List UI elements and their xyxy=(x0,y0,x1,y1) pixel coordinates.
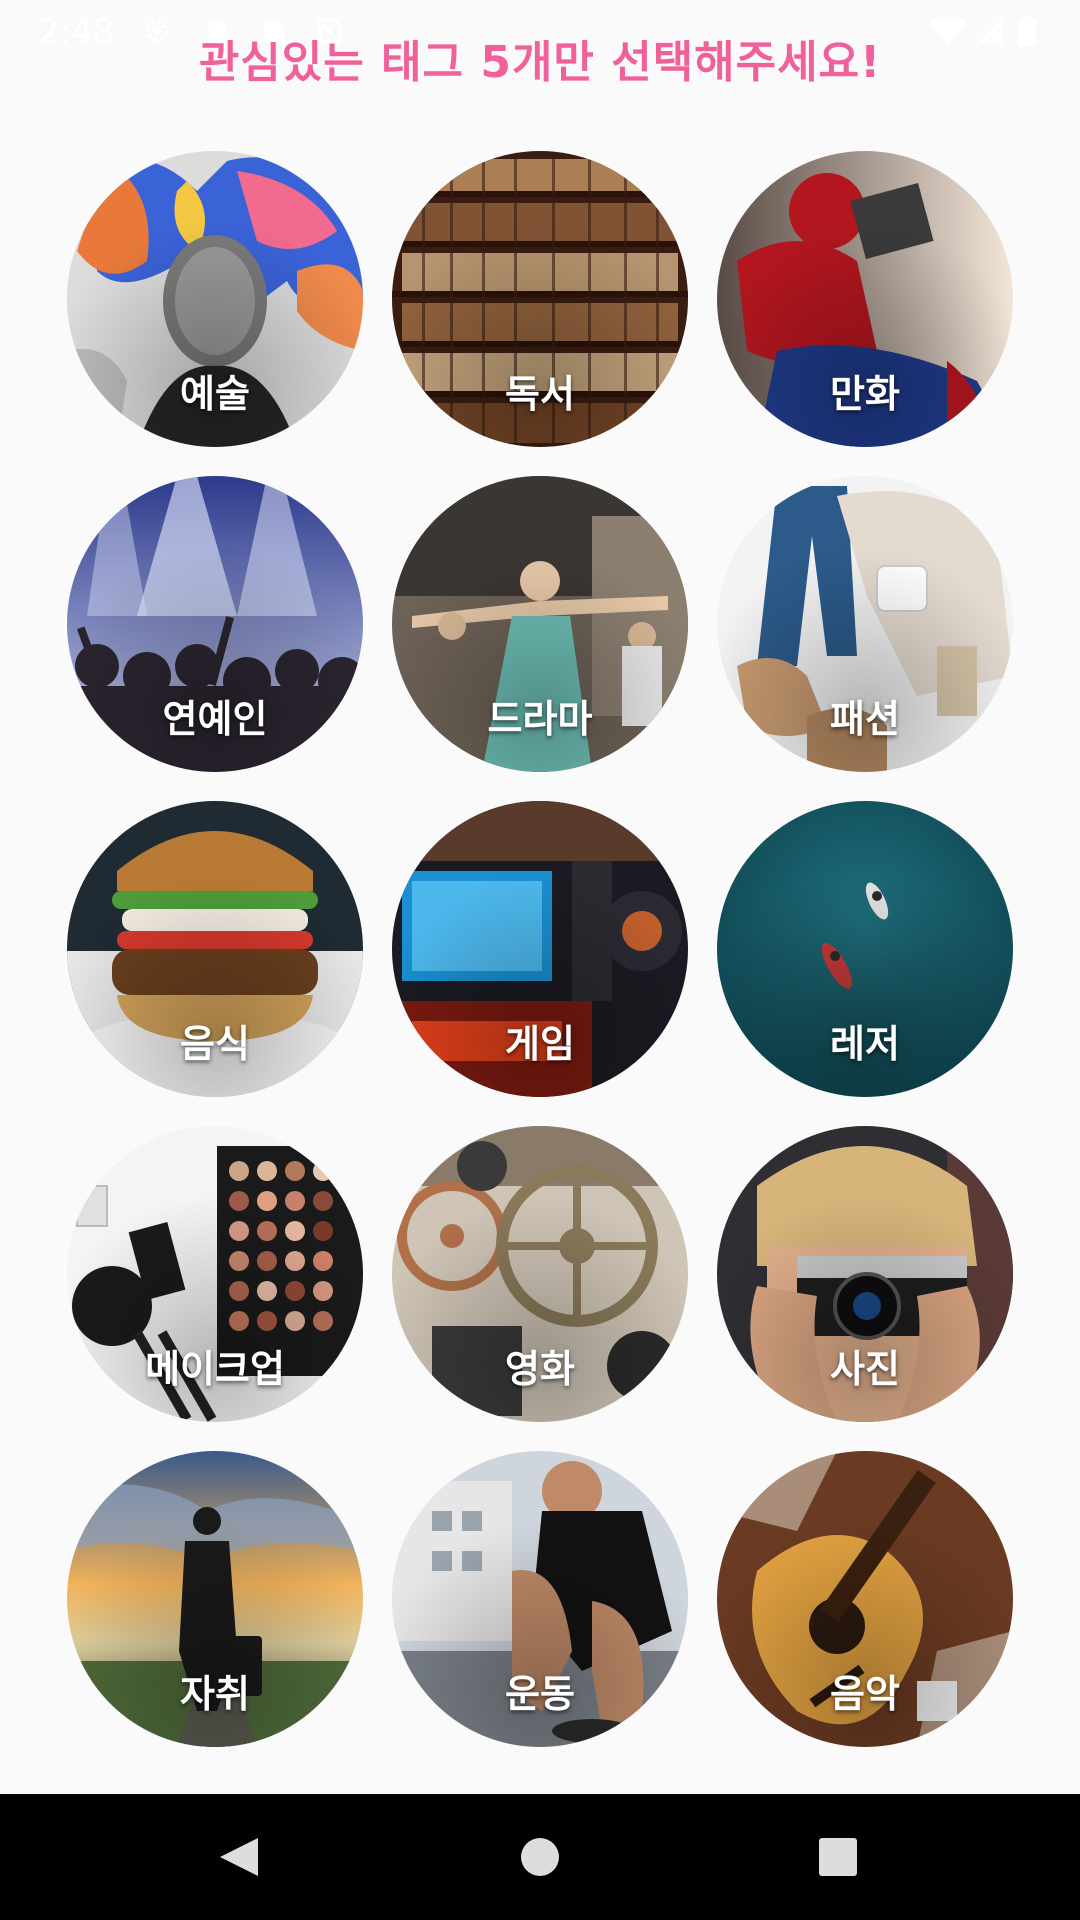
wifi-icon xyxy=(930,17,966,44)
tag-reading[interactable]: 독서 xyxy=(392,151,688,447)
tag-label: 게임 xyxy=(505,1022,575,1066)
tag-photo[interactable]: 사진 xyxy=(717,1126,1013,1422)
status-time: 2:48 xyxy=(38,12,115,52)
back-icon xyxy=(220,1838,258,1876)
tag-label: 운동 xyxy=(505,1672,575,1716)
tag-label: 사진 xyxy=(830,1347,900,1391)
tag-living-alone[interactable]: 자취 xyxy=(67,1451,363,1747)
battery-icon xyxy=(1018,16,1036,46)
home-button[interactable] xyxy=(460,1794,620,1920)
screen: 2:48 관심있는 태그 5개만 선택해주세요! 예술 독서 만화 연예인 드라… xyxy=(0,0,1080,1920)
tag-art[interactable]: 예술 xyxy=(67,151,363,447)
notification-icon xyxy=(207,21,227,41)
tag-label: 음악 xyxy=(830,1672,900,1716)
tag-label: 패션 xyxy=(830,697,900,741)
tag-drama[interactable]: 드라마 xyxy=(392,476,688,772)
tag-food[interactable]: 음식 xyxy=(67,801,363,1097)
home-icon xyxy=(521,1838,559,1876)
tag-movie[interactable]: 영화 xyxy=(392,1126,688,1422)
tag-label: 연예인 xyxy=(162,697,268,741)
tag-label: 메이크업 xyxy=(145,1347,285,1391)
recents-button[interactable] xyxy=(758,1794,918,1920)
back-button[interactable] xyxy=(160,1794,320,1920)
recents-icon xyxy=(819,1838,857,1876)
tag-label: 음식 xyxy=(180,1022,250,1066)
tag-label: 예술 xyxy=(180,372,250,416)
tag-comics[interactable]: 만화 xyxy=(717,151,1013,447)
tag-label: 영화 xyxy=(505,1347,575,1391)
tag-music[interactable]: 음악 xyxy=(717,1451,1013,1747)
tag-label: 드라마 xyxy=(487,697,593,741)
settings-icon xyxy=(145,19,169,43)
tag-game[interactable]: 게임 xyxy=(392,801,688,1097)
sd-card-icon xyxy=(264,20,284,42)
tag-label: 독서 xyxy=(505,372,575,416)
tag-label: 레저 xyxy=(830,1022,900,1066)
tag-exercise[interactable]: 운동 xyxy=(392,1451,688,1747)
no-sim-icon xyxy=(315,17,343,45)
navigation-bar xyxy=(0,1794,1080,1920)
cell-signal-icon xyxy=(976,18,1002,44)
tag-label: 만화 xyxy=(830,372,900,416)
tag-leisure[interactable]: 레저 xyxy=(717,801,1013,1097)
status-bar: 2:48 xyxy=(0,0,1080,64)
tag-grid: 예술 독서 만화 연예인 드라마 패션 음식 게임 레저 메이크업 영화 사진 … xyxy=(67,151,1014,1751)
tag-makeup[interactable]: 메이크업 xyxy=(67,1126,363,1422)
tag-celebrity[interactable]: 연예인 xyxy=(67,476,363,772)
tag-fashion[interactable]: 패션 xyxy=(717,476,1013,772)
tag-label: 자취 xyxy=(180,1672,250,1716)
